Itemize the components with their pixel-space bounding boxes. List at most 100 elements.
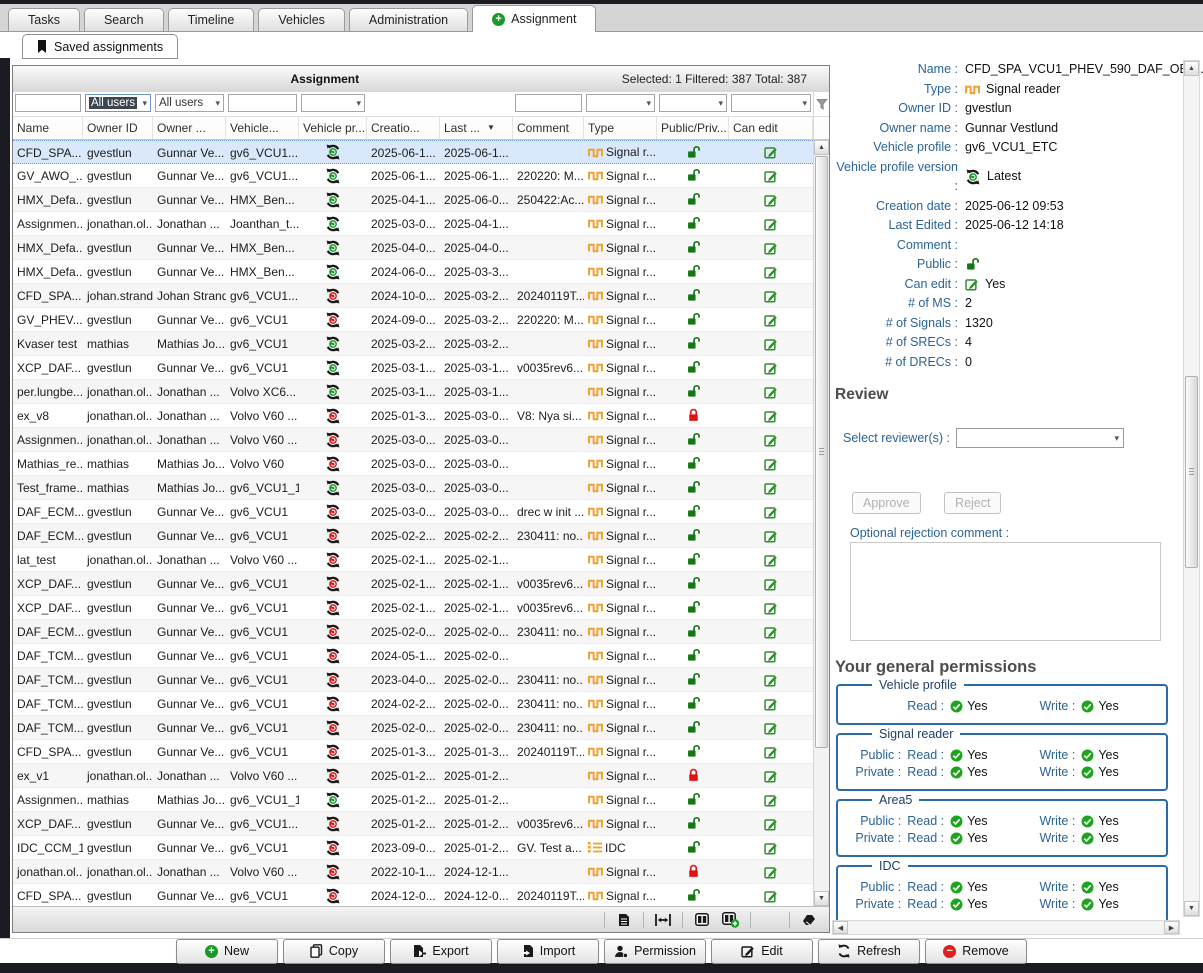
check-icon xyxy=(950,700,963,713)
column-header-8[interactable]: Type xyxy=(584,117,657,139)
table-row[interactable]: XCP_DAF...gvestlunGunnar Ve...gv6_VCU1 2… xyxy=(13,596,813,620)
filter-funnel-button[interactable] xyxy=(814,92,829,117)
table-row[interactable]: jonathan.ol...jonathan.ol...Jonathan ...… xyxy=(13,860,813,884)
column-header-10[interactable]: Can edit xyxy=(729,117,813,139)
cell-public-private xyxy=(657,476,729,499)
filter-select-10[interactable]: ▾ xyxy=(731,94,811,112)
column-header-5[interactable]: Creatio... xyxy=(367,117,440,139)
table-row[interactable]: CFD_SPA...gvestlunGunnar Ve...gv6_VCU1 2… xyxy=(13,740,813,764)
remove-button[interactable]: −Remove xyxy=(925,939,1027,964)
grid-scroll-down-button[interactable]: ▼ xyxy=(814,891,829,906)
export-button[interactable]: Export xyxy=(390,939,492,964)
table-row[interactable]: DAF_ECM...gvestlunGunnar Ve...gv6_VCU1 2… xyxy=(13,620,813,644)
column-header-9[interactable]: Public/Priv... xyxy=(657,117,729,139)
refresh-button[interactable]: Refresh xyxy=(818,939,920,964)
filter-input-3[interactable] xyxy=(228,94,297,112)
table-row[interactable]: DAF_TCM...gvestlunGunnar Ve...gv6_VCU1 2… xyxy=(13,668,813,692)
panel-scroll-thumb[interactable] xyxy=(1185,376,1198,568)
table-row[interactable]: HMX_Defa...gvestlunGunnar Ve...HMX_Ben..… xyxy=(13,188,813,212)
filter-select-9[interactable]: ▾ xyxy=(659,94,727,112)
add-columns-button[interactable] xyxy=(721,911,741,928)
table-row[interactable]: DAF_TCM...gvestlunGunnar Ve...gv6_VCU1 2… xyxy=(13,644,813,668)
signal-reader-icon xyxy=(588,577,603,590)
table-row[interactable]: ex_v1jonathan.ol...Jonathan ...Volvo V60… xyxy=(13,764,813,788)
table-row[interactable]: XCP_DAF...gvestlunGunnar Ve...gv6_VCU1 2… xyxy=(13,572,813,596)
column-header-7[interactable]: Comment xyxy=(513,117,584,139)
assignment-grid-panel: Assignment Selected: 1 Filtered: 387 Tot… xyxy=(12,65,830,933)
table-row[interactable]: CFD_SPA...johan.strandJohan Strandgv6_VC… xyxy=(13,284,813,308)
filter-select-1[interactable]: All users▾ xyxy=(85,94,151,112)
table-row[interactable]: Assignmen...mathiasMathias Jo...gv6_VCU1… xyxy=(13,788,813,812)
table-row[interactable]: HMX_Defa...gvestlunGunnar Ve...HMX_Ben..… xyxy=(13,236,813,260)
table-row[interactable]: Kvaser testmathiasMathias Jo...gv6_VCU1 … xyxy=(13,332,813,356)
approve-button[interactable]: Approve xyxy=(852,492,921,514)
can-edit-icon xyxy=(764,649,778,663)
edit-button[interactable]: Edit xyxy=(711,939,813,964)
panel-scroll-right-button[interactable]: ▶ xyxy=(1164,921,1179,934)
detail-value: gvestlun xyxy=(958,99,1012,119)
permission-button[interactable]: Permission xyxy=(604,939,706,964)
table-row[interactable]: DAF_TCM...gvestlunGunnar Ve...gv6_VCU1 2… xyxy=(13,692,813,716)
column-header-6[interactable]: Last ...▼ xyxy=(440,117,513,139)
tab-vehicles[interactable]: Vehicles xyxy=(258,8,345,31)
new-button[interactable]: +New xyxy=(176,939,278,964)
fit-columns-button[interactable] xyxy=(653,911,673,928)
tab-search[interactable]: Search xyxy=(84,8,164,31)
table-row[interactable]: per.lungbe...jonathan.ol...Jonathan ...V… xyxy=(13,380,813,404)
column-header-2[interactable]: Owner ... xyxy=(153,117,226,139)
table-row[interactable]: Assignmen...jonathan.ol...Jonathan ...Vo… xyxy=(13,428,813,452)
table-row[interactable]: XCP_DAF...gvestlunGunnar Ve...gv6_VCU1..… xyxy=(13,812,813,836)
chevron-down-icon: ▾ xyxy=(718,98,723,109)
cell-public-private xyxy=(657,668,729,691)
cell-can-edit xyxy=(729,716,813,739)
table-row[interactable]: Assignmen...jonathan.ol...Jonathan ...Jo… xyxy=(13,212,813,236)
tab-tasks[interactable]: Tasks xyxy=(8,8,80,31)
rejection-comment-textarea[interactable] xyxy=(850,542,1161,641)
choose-columns-button[interactable] xyxy=(692,911,712,928)
table-row[interactable]: CFD_SPA...gvestlunGunnar Ve...gv6_VCU1 2… xyxy=(13,884,813,906)
filter-input-0[interactable] xyxy=(15,94,81,112)
table-row[interactable]: ex_v8jonathan.ol...Jonathan ...Volvo V60… xyxy=(13,404,813,428)
chevron-down-icon: ▾ xyxy=(356,98,361,109)
cell-creation-date: 2025-03-0... xyxy=(367,452,440,475)
table-row[interactable]: DAF_TCM...gvestlunGunnar Ve...gv6_VCU1 2… xyxy=(13,716,813,740)
refresh-grid-button[interactable] xyxy=(760,911,780,928)
filter-select-4[interactable]: ▾ xyxy=(301,94,365,112)
table-row[interactable]: CFD_SPA...gvestlunGunnar Ve...gv6_VCU1..… xyxy=(13,140,813,164)
table-row[interactable]: HMX_Defa...gvestlunGunnar Ve...HMX_Ben..… xyxy=(13,260,813,284)
reviewer-select[interactable]: ▾ xyxy=(956,428,1124,448)
table-row[interactable]: IDC_CCM_1gvestlunGunnar Ve...gv6_VCU1 20… xyxy=(13,836,813,860)
grid-scroll-up-button[interactable]: ▲ xyxy=(814,140,829,155)
panel-scroll-left-button[interactable]: ◀ xyxy=(833,921,848,934)
table-row[interactable]: DAF_ECM...gvestlunGunnar Ve...gv6_VCU1 2… xyxy=(13,500,813,524)
read-label: Read : xyxy=(901,830,944,848)
can-edit-icon xyxy=(764,361,778,375)
panel-scroll-up-button[interactable]: ▲ xyxy=(1184,61,1199,76)
table-row[interactable]: Test_frame...mathiasMathias Jo...gv6_VCU… xyxy=(13,476,813,500)
table-row[interactable]: lat_testjonathan.ol...Jonathan ...Volvo … xyxy=(13,548,813,572)
clear-filters-button[interactable] xyxy=(799,911,819,928)
grid-scroll-thumb[interactable] xyxy=(815,156,828,748)
panel-scroll-down-button[interactable]: ▼ xyxy=(1184,901,1199,916)
column-header-0[interactable]: Name xyxy=(13,117,83,139)
tab-assignment[interactable]: +Assignment xyxy=(472,5,596,32)
tab-administration[interactable]: Administration xyxy=(349,8,468,31)
table-row[interactable]: GV_PHEV...gvestlunGunnar Ve...gv6_VCU1 2… xyxy=(13,308,813,332)
table-row[interactable]: XCP_DAF...gvestlunGunnar Ve...gv6_VCU1 2… xyxy=(13,356,813,380)
column-header-1[interactable]: Owner ID xyxy=(83,117,153,139)
tab-saved-assignments[interactable]: Saved assignments xyxy=(22,34,178,59)
table-row[interactable]: GV_AWO_...gvestlunGunnar Ve...gv6_VCU1..… xyxy=(13,164,813,188)
filter-select-8[interactable]: ▾ xyxy=(586,94,655,112)
export-grid-button[interactable] xyxy=(614,911,634,928)
filter-select-2[interactable]: All users▾ xyxy=(155,94,224,112)
table-row[interactable]: Mathias_re...mathiasMathias Jo...Volvo V… xyxy=(13,452,813,476)
column-header-3[interactable]: Vehicle... xyxy=(226,117,299,139)
tab-timeline[interactable]: Timeline xyxy=(168,8,255,31)
import-button[interactable]: Import xyxy=(497,939,599,964)
permission-group-vehicle-profile: Vehicle profile Read : Yes Write : Yes xyxy=(836,684,1168,725)
copy-button[interactable]: Copy xyxy=(283,939,385,964)
table-row[interactable]: DAF_ECM...gvestlunGunnar Ve...gv6_VCU1 2… xyxy=(13,524,813,548)
reject-button[interactable]: Reject xyxy=(944,492,1001,514)
column-header-4[interactable]: Vehicle pr... xyxy=(299,117,367,139)
filter-input-7[interactable] xyxy=(515,94,582,112)
